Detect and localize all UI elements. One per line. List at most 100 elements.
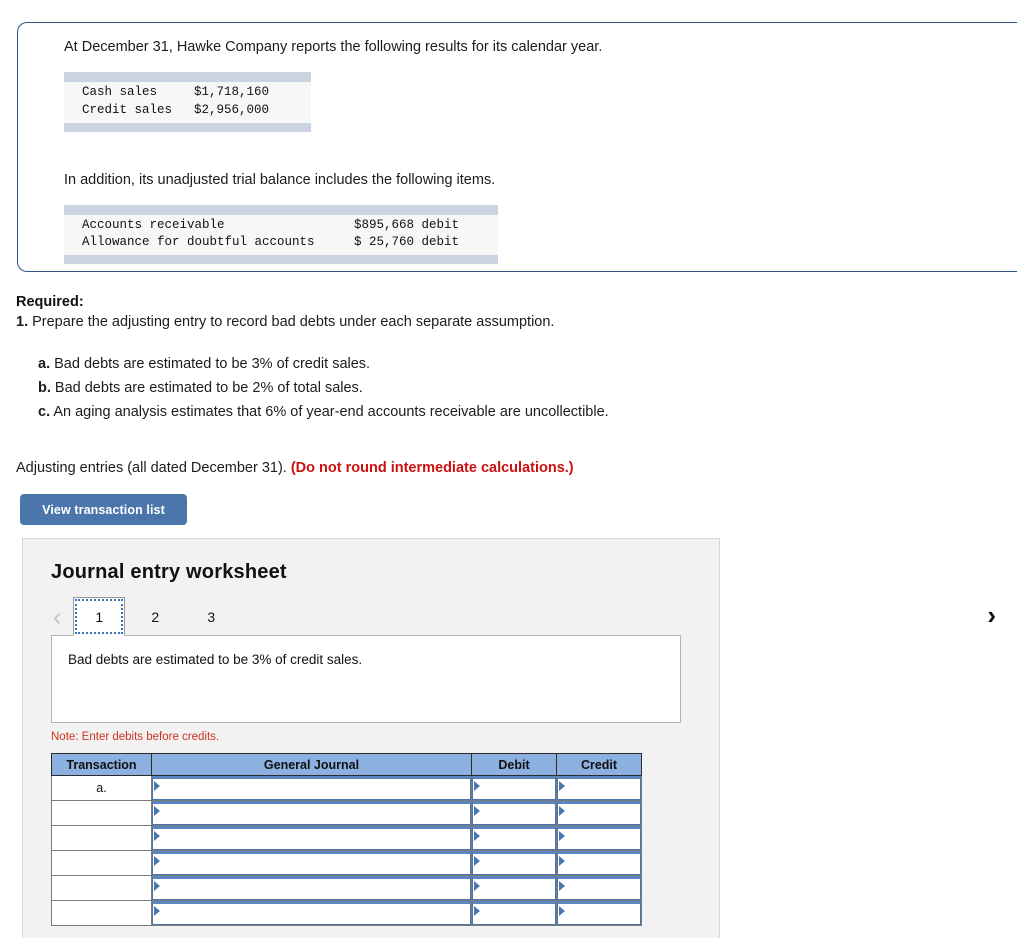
worksheet-tab-3[interactable]: 3: [185, 597, 237, 636]
problem-intro-line-1: At December 31, Hawke Company reports th…: [64, 39, 603, 55]
credit-input-cell[interactable]: [556, 775, 642, 801]
account-dropdown-input[interactable]: [152, 801, 471, 825]
required-heading: Required:: [16, 294, 84, 310]
account-dropdown-input[interactable]: [152, 876, 471, 900]
debit-input-cell[interactable]: [471, 825, 557, 851]
account-dropdown-input[interactable]: [152, 776, 471, 800]
chevron-left-icon[interactable]: ‹: [51, 605, 73, 636]
worksheet-title: Journal entry worksheet: [51, 561, 287, 583]
sales-table-bottom-bar: [64, 122, 311, 132]
debit-input[interactable]: [472, 901, 556, 925]
assumption-letter: b.: [38, 379, 51, 396]
sales-table-body: Cash sales $1,718,160 Credit sales $2,95…: [64, 82, 311, 123]
transaction-label-cell: [51, 850, 152, 876]
assumption-list: a. Bad debts are estimated to be 3% of c…: [38, 352, 776, 424]
general-journal-input-cell[interactable]: [151, 775, 472, 801]
required-section: Required: 1. Prepare the adjusting entry…: [16, 294, 776, 476]
assumption-letter: a.: [38, 355, 51, 372]
account-dropdown-input[interactable]: [152, 901, 471, 925]
assumption-text: An aging analysis estimates that 6% of y…: [50, 403, 609, 420]
assumption-text: Bad debts are estimated to be 2% of tota…: [50, 379, 363, 396]
credit-input[interactable]: [557, 801, 641, 825]
debits-before-credits-note: Note: Enter debits before credits.: [51, 731, 220, 743]
account-dropdown-input[interactable]: [152, 826, 471, 850]
adjusting-entries-line: Adjusting entries (all dated December 31…: [16, 460, 776, 476]
transaction-label-cell: [51, 800, 152, 826]
credit-input[interactable]: [557, 876, 641, 900]
debit-input-cell[interactable]: [471, 900, 557, 926]
sales-table-top-bar: [64, 72, 311, 83]
trial-balance-bottom-bar: [64, 255, 498, 265]
column-header-credit: Credit: [556, 753, 642, 776]
trial-balance-row-label: Accounts receivable: [82, 217, 225, 232]
general-journal-input-cell[interactable]: [151, 825, 472, 851]
journal-table-head: Transaction General Journal Debit Credit: [51, 753, 642, 776]
worksheet-prompt-box: Bad debts are estimated to be 3% of cred…: [51, 635, 681, 723]
do-not-round-warning: (Do not round intermediate calculations.…: [290, 459, 574, 476]
general-journal-input-cell[interactable]: [151, 800, 472, 826]
credit-input-cell[interactable]: [556, 800, 642, 826]
credit-input-cell[interactable]: [556, 900, 642, 926]
trial-balance-body: Accounts receivable $895,668 debit Allow…: [64, 214, 498, 256]
required-item-number: 1.: [16, 314, 29, 330]
sales-data-table: Cash sales $1,718,160 Credit sales $2,95…: [64, 72, 311, 132]
trial-balance-top-bar: [64, 204, 498, 215]
debit-input[interactable]: [472, 801, 556, 825]
required-item-1: 1. Prepare the adjusting entry to record…: [16, 312, 776, 334]
trial-balance-row-value: $895,668 debit: [354, 217, 460, 232]
credit-input[interactable]: [557, 826, 641, 850]
worksheet-pager: ‹ 1 2 3: [51, 594, 719, 636]
trial-balance-row-label: Allowance for doubtful accounts: [82, 235, 315, 250]
transaction-label-cell: [51, 825, 152, 851]
credit-input[interactable]: [557, 851, 641, 875]
journal-table-body: a.: [51, 775, 642, 926]
transaction-label-cell: [51, 875, 152, 901]
debit-input[interactable]: [472, 776, 556, 800]
list-item: a. Bad debts are estimated to be 3% of c…: [38, 352, 776, 376]
debit-input[interactable]: [472, 826, 556, 850]
table-row: [51, 900, 642, 926]
view-transaction-list-button[interactable]: View transaction list: [20, 494, 187, 525]
debit-input-cell[interactable]: [471, 800, 557, 826]
transaction-label-cell: [51, 900, 152, 926]
worksheet-tab-1[interactable]: 1: [73, 597, 126, 636]
table-row: Allowance for doubtful accounts $ 25,760…: [64, 234, 498, 252]
general-journal-input-cell[interactable]: [151, 850, 472, 876]
column-header-debit: Debit: [471, 753, 557, 776]
column-header-transaction: Transaction: [51, 753, 152, 776]
sales-row-value: $2,956,000: [194, 102, 270, 117]
transaction-label-cell: a.: [51, 775, 152, 801]
table-row: Credit sales $2,956,000: [64, 102, 311, 120]
journal-entry-worksheet-panel: Journal entry worksheet ‹ 1 2 3 Bad debt…: [22, 538, 720, 938]
assumption-text: Bad debts are estimated to be 3% of cred…: [50, 355, 371, 372]
list-item: c. An aging analysis estimates that 6% o…: [38, 400, 776, 424]
debit-input[interactable]: [472, 876, 556, 900]
credit-input-cell[interactable]: [556, 875, 642, 901]
general-journal-input-cell[interactable]: [151, 900, 472, 926]
chevron-right-icon[interactable]: ›: [987, 602, 996, 628]
page-root: At December 31, Hawke Company reports th…: [0, 0, 1024, 938]
debit-input-cell[interactable]: [471, 850, 557, 876]
account-dropdown-input[interactable]: [152, 851, 471, 875]
debit-input[interactable]: [472, 851, 556, 875]
journal-table-wrapper: Transaction General Journal Debit Credit…: [51, 753, 681, 926]
debit-input-cell[interactable]: [471, 775, 557, 801]
sales-row-label: Cash sales: [82, 85, 158, 100]
table-row: [51, 850, 642, 876]
journal-table-header-row: Transaction General Journal Debit Credit: [51, 753, 642, 776]
credit-input-cell[interactable]: [556, 850, 642, 876]
worksheet-tab-2[interactable]: 2: [129, 597, 181, 636]
credit-input-cell[interactable]: [556, 825, 642, 851]
trial-balance-row-value: $ 25,760 debit: [354, 235, 460, 250]
assumption-letter: c.: [38, 403, 51, 420]
general-journal-input-cell[interactable]: [151, 875, 472, 901]
table-row: a.: [51, 775, 642, 801]
credit-input[interactable]: [557, 901, 641, 925]
column-header-general-journal: General Journal: [151, 753, 472, 776]
worksheet-prompt-text: Bad debts are estimated to be 3% of cred…: [68, 652, 363, 667]
debit-input-cell[interactable]: [471, 875, 557, 901]
sales-row-label: Credit sales: [82, 102, 173, 117]
problem-intro-line-2: In addition, its unadjusted trial balanc…: [64, 171, 496, 188]
credit-input[interactable]: [557, 776, 641, 800]
table-row: Accounts receivable $895,668 debit: [64, 217, 498, 235]
